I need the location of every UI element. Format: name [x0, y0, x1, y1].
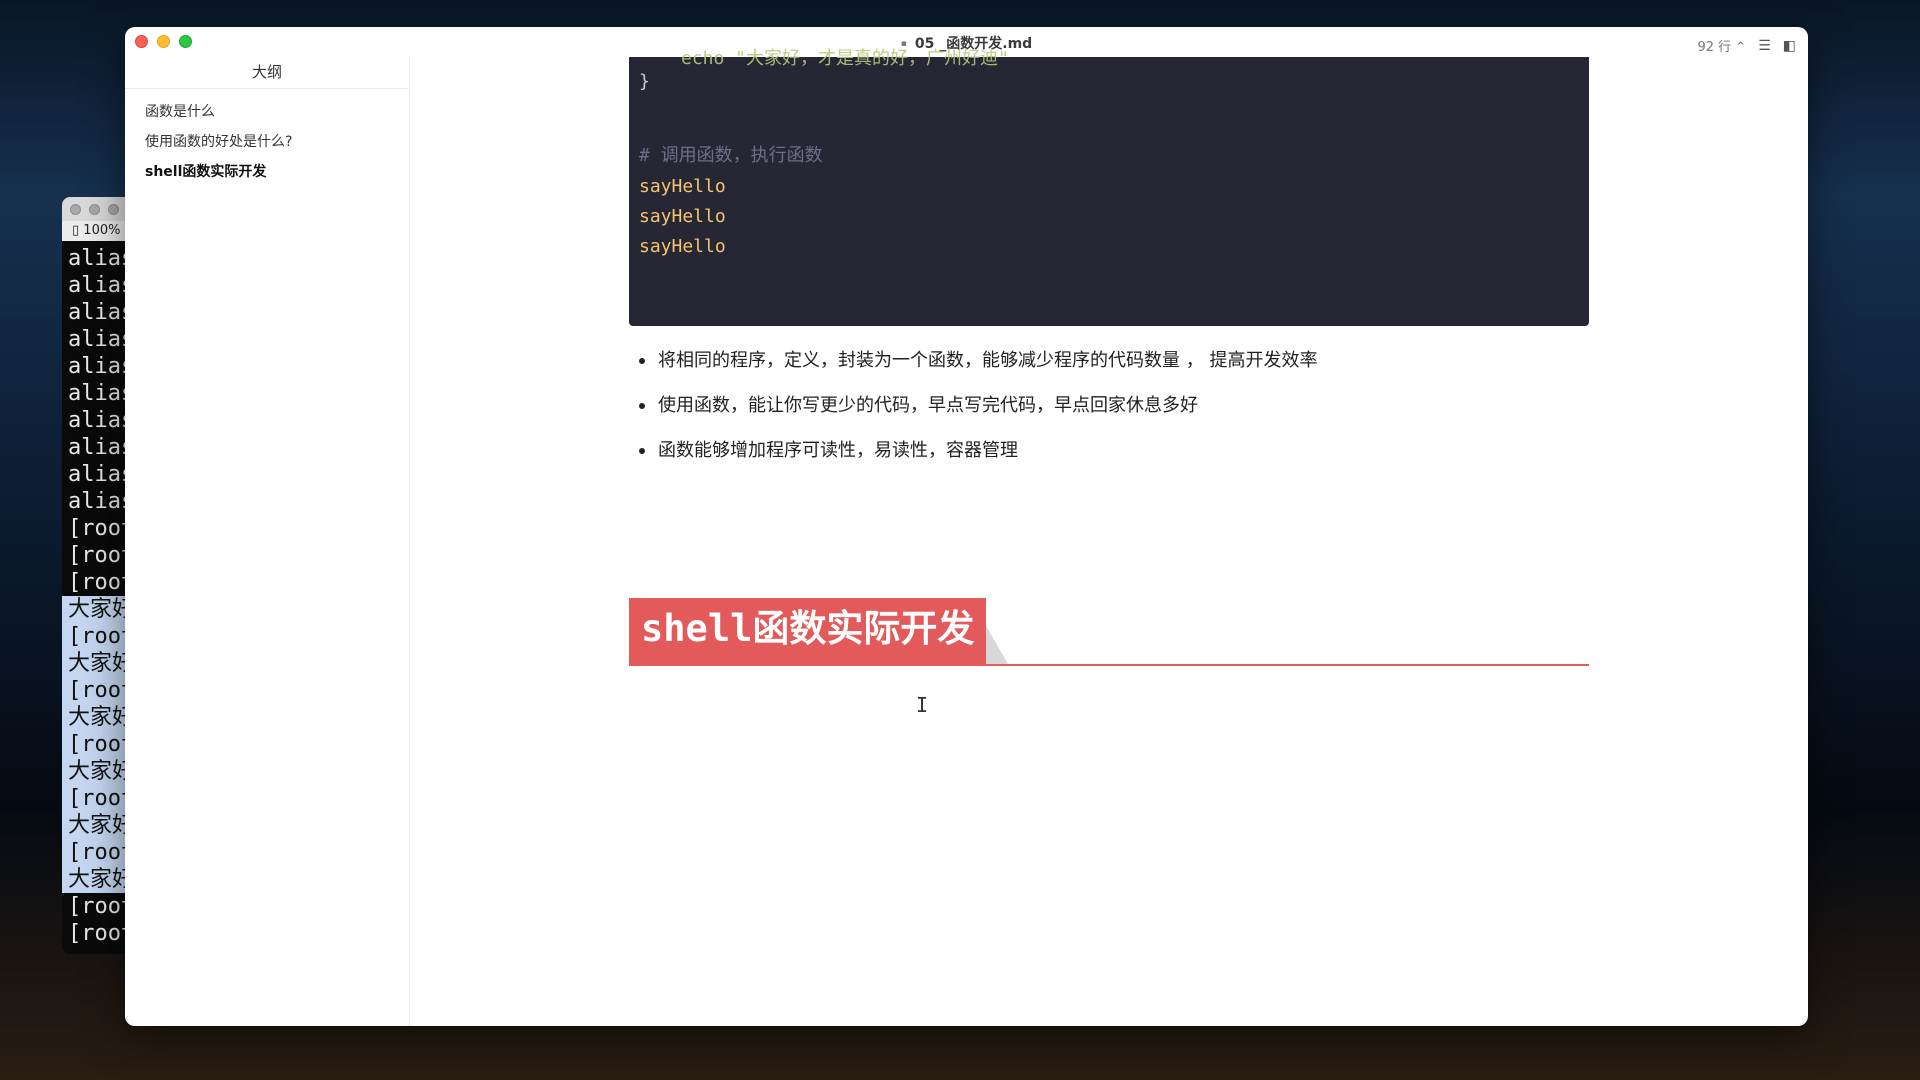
code-line-comment: # 调用函数，执行函数 — [639, 145, 823, 166]
code-line-call: sayHello — [639, 206, 726, 227]
outline-list-icon[interactable]: ☰ — [1758, 38, 1771, 54]
benefits-list: 将相同的程序，定义，封装为一个函数，能够减少程序的代码数量 ， 提高开发效率 使… — [629, 338, 1589, 473]
code-block[interactable]: echo "大家好，才是真的好，广州好迪" } # 调用函数，执行函数 sayH… — [629, 48, 1589, 326]
text-cursor-icon: I — [916, 693, 929, 717]
code-line-call: sayHello — [639, 236, 726, 257]
title-toolbar: 92 行 ⌃ ☰ ◧ — [1698, 36, 1797, 56]
sidebar-toggle-icon[interactable]: ◧ — [1783, 38, 1796, 54]
terminal-minimize-icon[interactable] — [89, 203, 100, 215]
editor-window[interactable]: ▪ 05 _函数开发.md 92 行 ⌃ ☰ ◧ 大纲 函数是什么 使用函数的好处… — [125, 27, 1808, 1026]
outline-item-shell-function-dev[interactable]: shell函数实际开发 — [125, 157, 409, 187]
outline-item-what-is-function[interactable]: 函数是什么 — [125, 97, 409, 127]
line-count-selector[interactable]: 92 行 ⌃ — [1698, 36, 1747, 55]
outline-header: 大纲 — [125, 57, 409, 89]
list-item: 使用函数，能让你写更少的代码，早点写完代码，早点回家休息多好 — [629, 383, 1589, 428]
code-line-echo: echo "大家好，才是真的好，广州好迪" — [681, 48, 1009, 69]
list-item: 函数能够增加程序可读性，易读性，容器管理 — [629, 428, 1589, 473]
list-item: 将相同的程序，定义，封装为一个函数，能够减少程序的代码数量 ， 提高开发效率 — [629, 338, 1589, 383]
section-heading: shell函数实际开发 — [629, 598, 1589, 666]
heading-fold-decoration — [986, 626, 1008, 664]
outline-list: 函数是什么 使用函数的好处是什么? shell函数实际开发 — [125, 89, 409, 187]
code-line-call: sayHello — [639, 176, 726, 197]
terminal-zoom-icon[interactable] — [108, 203, 119, 215]
code-line-brace: } — [639, 71, 650, 92]
terminal-close-icon[interactable] — [70, 203, 81, 215]
document-content[interactable]: echo "大家好，才是真的好，广州好迪" } # 调用函数，执行函数 sayH… — [410, 48, 1808, 1026]
outline-sidebar: 大纲 函数是什么 使用函数的好处是什么? shell函数实际开发 — [125, 57, 410, 1026]
outline-item-function-benefits[interactable]: 使用函数的好处是什么? — [125, 127, 409, 157]
battery-icon: ▯ — [72, 223, 80, 238]
heading-title: shell函数实际开发 — [629, 598, 987, 664]
